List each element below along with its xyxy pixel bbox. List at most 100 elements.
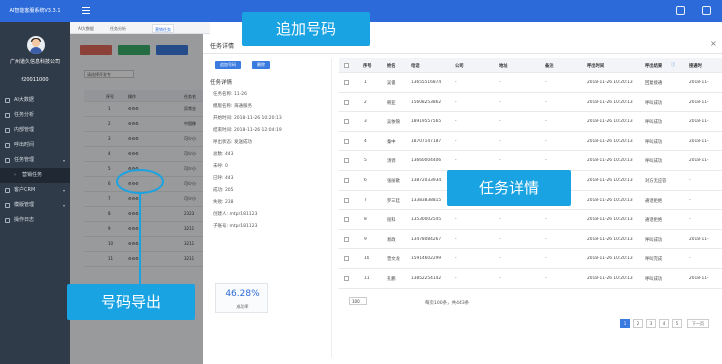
table-row[interactable]: 8 屈科 13530002545 - - - 2018-11-26 10:20:13 通话拒绝…: [339, 210, 722, 230]
cell-time: 2018-11-26 10:20:13: [587, 178, 633, 183]
cell-name: 吴俊: [387, 81, 396, 86]
row-checkbox[interactable]: [344, 138, 349, 144]
cell-connect: 2018-11-: [689, 119, 709, 125]
cell-note: -: [545, 99, 547, 105]
header-phone: 电话: [411, 64, 420, 69]
cell-company: -: [455, 217, 457, 223]
row-checkbox[interactable]: [344, 256, 349, 262]
sidebar-item-log[interactable]: 操作日志: [0, 213, 70, 228]
pagination-info: 每页100条，共443条: [425, 301, 470, 306]
table-row[interactable]: 10 曾文龙 15914602299 - - - 2018-11-26 10:20:13 呼叫…: [339, 249, 722, 269]
sidebar-item-marketing-task[interactable]: › 营销任务: [0, 168, 70, 183]
cell-connect: 2018-11-: [689, 80, 709, 85]
chevron-down-icon: ▾: [62, 158, 65, 163]
sidebar-item-template[interactable]: 模版管理 ▾: [0, 198, 70, 213]
page-4-button[interactable]: 4: [659, 319, 669, 328]
detail-total: 总数: 443: [213, 152, 234, 157]
menu-toggle-icon[interactable]: [82, 7, 90, 16]
cell-phone: 18707147187: [411, 138, 442, 144]
cell-phone: 13660004406: [411, 158, 442, 164]
logout-icon[interactable]: [702, 6, 711, 15]
cell-note: -: [545, 80, 547, 85]
folder-icon: [5, 128, 10, 133]
cell-note: -: [545, 138, 547, 144]
cell-connect: 2018-11-: [689, 138, 709, 144]
cell-name: 罗三廷: [387, 198, 400, 204]
close-icon[interactable]: ×: [710, 39, 717, 48]
cell-phone: 13655516874: [411, 80, 442, 85]
table-row[interactable]: 4 秦中 18707147187 - - - 2018-11-26 10:20:13 呼叫成功…: [339, 132, 722, 152]
row-checkbox[interactable]: [344, 80, 349, 85]
cell-phone: 13530002545: [411, 217, 442, 223]
table-row[interactable]: 11 孔鹏 13852254142 - - - 2018-11-26 10:20:13 呼叫成…: [339, 269, 722, 289]
cell-no: 11: [364, 276, 370, 281]
detail-failed: 失败: 238: [213, 200, 234, 205]
row-checkbox[interactable]: [344, 119, 349, 125]
page-1-button[interactable]: 1: [620, 319, 630, 328]
cell-note: -: [545, 236, 547, 242]
page-3-button[interactable]: 3: [646, 319, 656, 328]
sidebar-item-crm[interactable]: 客户CRM ▾: [0, 183, 70, 198]
header-name: 姓名: [387, 64, 396, 69]
row-checkbox[interactable]: [344, 158, 349, 164]
cell-time: 2018-11-26 10:20:13: [587, 158, 633, 164]
row-checkbox[interactable]: [344, 178, 349, 183]
table-header: 序号 姓名 电话 公司 地址 备注 呼出时间 呼出结果 ⓘ 接通时: [339, 58, 722, 73]
detail-called: 已呼: 443: [213, 176, 234, 181]
cell-connect: -: [689, 197, 691, 203]
header-note: 备注: [545, 64, 554, 69]
delete-button[interactable]: 删除: [252, 61, 270, 69]
sidebar-item-ai-data[interactable]: AI大数据: [0, 93, 70, 108]
table-row[interactable]: 3 吴依锦 18919557565 - - - 2018-11-26 10:20:13 呼叫成…: [339, 112, 722, 132]
cell-result: 呼叫成功: [645, 159, 663, 165]
table-row[interactable]: 5 汤铧 13660004406 - - - 2018-11-26 10:20:13 呼叫成功…: [339, 151, 722, 171]
cell-connect: -: [689, 178, 691, 183]
row-checkbox[interactable]: [344, 217, 349, 223]
cell-time: 2018-11-26 10:20:13: [587, 138, 633, 144]
sidebar-item-internal[interactable]: 内部管理: [0, 123, 70, 138]
cell-no: 1: [364, 80, 367, 85]
cell-no: 6: [364, 178, 367, 183]
tab-ai-data[interactable]: AI大数据: [76, 24, 96, 33]
add-numbers-button[interactable]: 追加号码: [215, 61, 241, 69]
cell-phone: 13383838815: [411, 197, 442, 203]
row-checkbox[interactable]: [344, 236, 349, 242]
tab-task-analysis[interactable]: 任务分析: [108, 24, 128, 33]
cell-name: 汤铧: [387, 159, 396, 165]
cell-time: 2018-11-26 10:20:13: [587, 217, 633, 223]
cell-time: 2018-11-26 10:20:13: [587, 119, 633, 125]
sidebar-item-task-manage[interactable]: 任务管理 ▾: [0, 153, 70, 168]
page-size-select[interactable]: 100: [349, 297, 367, 305]
table-row[interactable]: 2 韩亚 15608253862 - - - 2018-11-26 10:20:13 呼叫成功…: [339, 93, 722, 113]
detail-sub-account: 子账号: mtpr181123: [213, 224, 258, 229]
callout-line: [139, 194, 141, 284]
row-checkbox[interactable]: [344, 99, 349, 105]
cell-address: -: [499, 217, 501, 223]
row-checkbox[interactable]: [344, 276, 349, 281]
select-all-checkbox[interactable]: [344, 63, 349, 68]
cell-no: 8: [364, 217, 367, 223]
chart-icon: [5, 98, 10, 103]
callout-ring: [116, 169, 164, 194]
row-checkbox[interactable]: [344, 197, 349, 203]
sidebar-item-call-time[interactable]: 呼出时间: [0, 138, 70, 153]
sidebar-item-label: AI大数据: [14, 97, 34, 103]
cell-result: 呼叫成功: [645, 120, 663, 126]
cell-company: -: [455, 119, 457, 125]
monitor-icon[interactable]: [676, 6, 685, 15]
cell-address: -: [499, 138, 501, 144]
table-row[interactable]: 9 易政 13478084267 - - - 2018-11-26 10:20:13 呼叫成功…: [339, 230, 722, 250]
detail-template: 模版名称: 海通服务: [213, 104, 252, 109]
callout-task-detail: 任务详情: [447, 170, 571, 206]
detail-start-time: 开始时间: 2018-11-26 10:20:13: [213, 116, 282, 121]
page-2-button[interactable]: 2: [633, 319, 643, 328]
table-row[interactable]: 1 吴俊 13655516874 - - - 2018-11-26 10:20:13 回复接通…: [339, 73, 722, 93]
cell-no: 7: [364, 197, 367, 203]
sidebar-item-task-analysis[interactable]: 任务分析: [0, 108, 70, 123]
tab-marketing-task[interactable]: 营销任务: [152, 24, 174, 33]
cell-address: -: [499, 99, 501, 105]
cell-no: 5: [364, 158, 367, 164]
page-5-button[interactable]: 5: [672, 319, 682, 328]
next-page-button[interactable]: 下一页: [687, 319, 709, 328]
cell-result: 呼叫成功: [645, 277, 663, 282]
